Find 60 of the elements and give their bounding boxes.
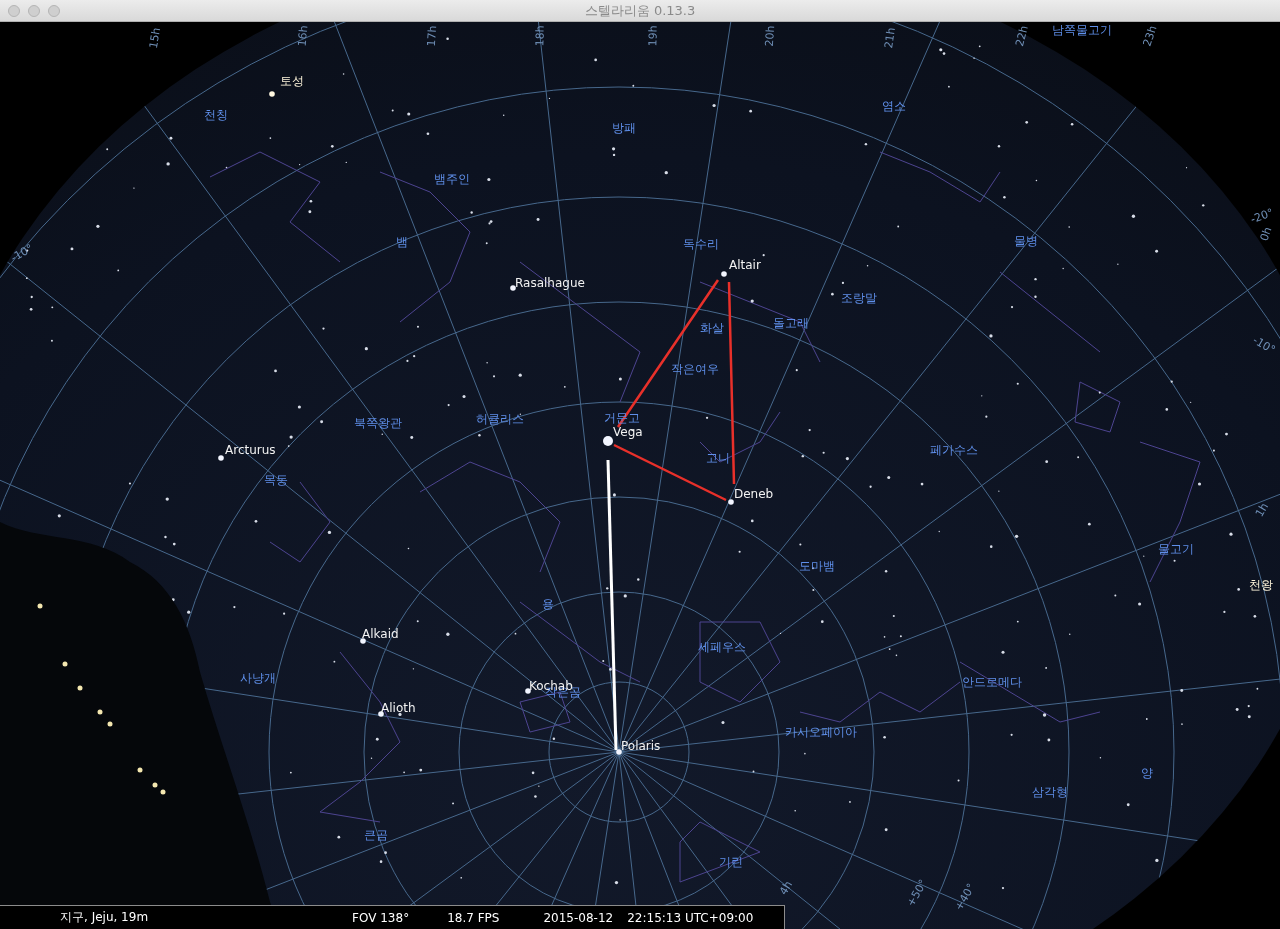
planet-label: 천왕 bbox=[1249, 576, 1273, 594]
constellation-label: 용 bbox=[542, 595, 554, 613]
constellation-label: 안드로메다 bbox=[962, 673, 1022, 691]
constellation-label: 고니 bbox=[706, 449, 730, 467]
star-label: Vega bbox=[613, 425, 643, 439]
constellation-label: 조랑말 bbox=[841, 289, 877, 307]
star-label: Altair bbox=[729, 258, 761, 272]
planet-icon[interactable] bbox=[269, 91, 275, 97]
constellation-label: 화살 bbox=[700, 319, 724, 337]
grid-label: 4h bbox=[776, 878, 796, 898]
constellation-label: 물고기 bbox=[1158, 540, 1194, 558]
star-label: Rasalhague bbox=[515, 276, 585, 290]
star-label: Alkaid bbox=[362, 627, 399, 641]
constellation-label: 페가수스 bbox=[930, 441, 978, 459]
constellation-label: 삼각형 bbox=[1032, 783, 1068, 801]
constellation-label: 염소 bbox=[882, 97, 906, 115]
grid-label: 1h bbox=[1252, 500, 1272, 520]
constellation-label: 천칭 bbox=[204, 106, 228, 124]
grid-label: -10° bbox=[1250, 333, 1278, 357]
grid-label: 18h bbox=[533, 25, 547, 47]
grid-label: 20h bbox=[762, 25, 778, 47]
grid-label: -10° bbox=[8, 241, 36, 265]
grid-label: 15h bbox=[146, 26, 164, 50]
constellation-label: 작은여우 bbox=[671, 360, 719, 378]
constellation-label: 뱀 bbox=[396, 233, 408, 251]
grid-label: 21h bbox=[882, 26, 898, 50]
grid-label: 0h bbox=[1257, 225, 1275, 243]
constellation-label: 뱀주인 bbox=[434, 170, 470, 188]
constellation-label: 허큘리스 bbox=[476, 410, 524, 428]
planet-label: 토성 bbox=[280, 72, 304, 90]
constellation-label: 북쪽왕관 bbox=[354, 414, 402, 432]
star-label: Arcturus bbox=[225, 443, 276, 457]
constellation-label: 세페우스 bbox=[698, 638, 746, 656]
star-label: Deneb bbox=[734, 487, 774, 501]
constellation-label: 방패 bbox=[612, 119, 636, 137]
window-title: 스텔라리움 0.13.3 bbox=[584, 1, 696, 20]
constellation-label: 카시오페이아 bbox=[785, 723, 857, 741]
constellation-label: 양 bbox=[1141, 764, 1153, 782]
constellation-label: 돌고래 bbox=[773, 314, 809, 332]
grid-label: 17h bbox=[424, 25, 440, 47]
grid-label: 16h bbox=[295, 24, 311, 48]
constellation-label: 독수리 bbox=[683, 235, 719, 253]
grid-label: 23h bbox=[1140, 24, 1160, 48]
constellation-label: 큰곰 bbox=[364, 826, 388, 844]
fps-text: 18.7 FPS bbox=[447, 910, 500, 925]
location-text: 지구, Jeju, 19m bbox=[60, 909, 149, 926]
star-label: Alioth bbox=[381, 701, 416, 715]
grid-label: -20° bbox=[1248, 205, 1276, 227]
star-label: Polaris bbox=[621, 739, 661, 753]
constellation-label: 사냥개 bbox=[240, 669, 276, 687]
constellation-label: 물병 bbox=[1014, 232, 1038, 250]
date-text: 2015-08-12 bbox=[543, 910, 614, 925]
constellation-label: 목동 bbox=[264, 471, 288, 489]
constellation-label: 도마뱀 bbox=[799, 557, 835, 575]
constellation-label: 남쪽물고기 bbox=[1052, 22, 1112, 39]
fov-text: FOV 138° bbox=[352, 910, 410, 925]
time-text: 22:15:13 UTC+09:00 bbox=[627, 910, 754, 925]
constellation-label: 기린 bbox=[719, 853, 743, 871]
grid-label: 22h bbox=[1013, 24, 1031, 48]
grid-label: 19h bbox=[646, 25, 660, 47]
